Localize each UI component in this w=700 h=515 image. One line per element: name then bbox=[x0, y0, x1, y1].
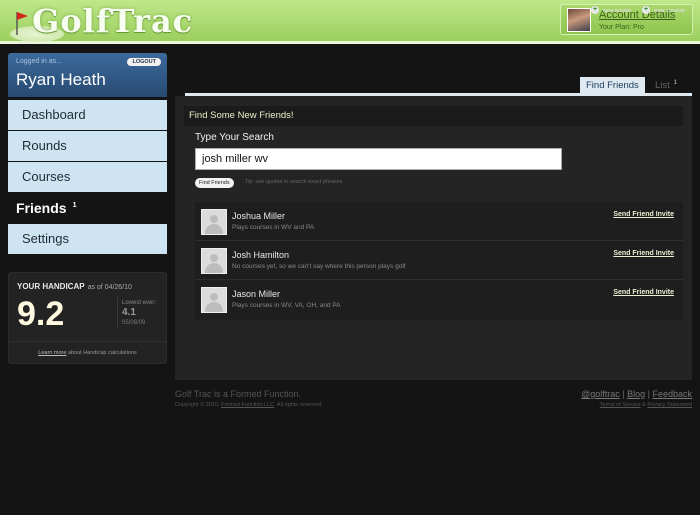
result-name: Joshua Miller bbox=[232, 211, 286, 221]
sidebar-item-settings[interactable]: Settings bbox=[8, 224, 167, 254]
panel-heading: Find Some New Friends! bbox=[184, 106, 683, 126]
send-friend-invite-link[interactable]: Send Friend Invite bbox=[613, 250, 674, 257]
result-name: Jason Miller bbox=[232, 289, 281, 299]
lowest-label: Lowest ever: bbox=[122, 300, 157, 306]
footer-links: @golftrac | Blog | Feedback bbox=[581, 389, 692, 399]
search-label: Type Your Search bbox=[195, 132, 274, 143]
blog-link[interactable]: Blog bbox=[627, 389, 645, 399]
user-avatar-icon bbox=[201, 287, 227, 313]
send-friend-invite-link[interactable]: Send Friend Invite bbox=[613, 289, 674, 296]
user-name: Ryan Heath bbox=[16, 70, 106, 89]
footer-brand: Golf Trac is a Formed Function. bbox=[175, 389, 302, 399]
logout-button[interactable]: LOGOUT bbox=[127, 58, 161, 66]
lowest-date: 05/08/09 bbox=[122, 320, 146, 326]
divider bbox=[117, 297, 118, 329]
handicap-box: YOUR HANDICAP as of 04/26/10 9.2 Lowest e… bbox=[8, 272, 167, 364]
find-friends-panel: Find Some New Friends! Type Your Search … bbox=[175, 96, 692, 380]
privacy-link[interactable]: Privacy Statement bbox=[647, 402, 692, 408]
handicap-value: 9.2 bbox=[17, 295, 65, 333]
sidebar-item-dashboard[interactable]: Dashboard bbox=[8, 100, 167, 130]
handicap-as-of: as of 04/26/10 bbox=[87, 284, 132, 291]
logged-in-label: Logged in as... bbox=[16, 58, 62, 65]
user-avatar-icon bbox=[201, 248, 227, 274]
avatar[interactable] bbox=[567, 8, 591, 32]
tab-list[interactable]: List 1 bbox=[649, 77, 683, 94]
send-friend-invite-link[interactable]: Send Friend Invite bbox=[613, 211, 674, 218]
plus-icon: + bbox=[642, 6, 650, 14]
formed-function-link[interactable]: Formed Function LLC bbox=[221, 402, 274, 408]
sidebar-item-label: Friends bbox=[16, 200, 67, 216]
result-name: Josh Hamilton bbox=[232, 250, 290, 260]
footer-copyright: Copyright © 2010, Formed Function LLC. A… bbox=[175, 402, 323, 408]
new-course-button[interactable]: + NEW COURSE bbox=[642, 6, 685, 14]
search-input[interactable] bbox=[195, 148, 562, 170]
twitter-link[interactable]: @golftrac bbox=[581, 389, 620, 399]
plan-label: Your Plan: Pro bbox=[599, 24, 644, 31]
lowest-value: 4.1 bbox=[122, 307, 136, 318]
plus-icon: + bbox=[591, 6, 599, 14]
list-item: Josh Hamilton No courses yet, so we can'… bbox=[195, 241, 683, 280]
result-courses: No courses yet, so we can't say where th… bbox=[232, 263, 406, 270]
learn-more-link[interactable]: Learn more bbox=[38, 350, 66, 356]
result-courses: Plays courses in WV and PA bbox=[232, 224, 315, 231]
list-item: Jason Miller Plays courses in WV, VA, OH… bbox=[195, 280, 683, 319]
sidebar-item-rounds[interactable]: Rounds bbox=[8, 131, 167, 161]
user-box: Logged in as... LOGOUT Ryan Heath bbox=[8, 53, 167, 97]
feedback-link[interactable]: Feedback bbox=[652, 389, 692, 399]
sidebar-item-friends[interactable]: Friends 1 bbox=[0, 193, 176, 223]
tab-find-friends[interactable]: Find Friends bbox=[580, 77, 645, 94]
footer-legal: Terms of Service & Privacy Statement bbox=[599, 402, 692, 408]
friends-count-badge: 1 bbox=[72, 202, 77, 209]
new-round-button[interactable]: + NEW ROUND bbox=[591, 6, 631, 14]
flag-icon bbox=[16, 12, 28, 35]
user-avatar-icon bbox=[201, 209, 227, 235]
terms-link[interactable]: Terms of Service bbox=[600, 402, 641, 408]
logo-text: GolfTrac bbox=[32, 2, 194, 40]
handicap-footer: Learn more about Handicap calculations bbox=[9, 341, 166, 363]
list-item: Joshua Miller Plays courses in WV and PA… bbox=[195, 202, 683, 241]
list-count-badge: 1 bbox=[673, 80, 678, 86]
handicap-label: YOUR HANDICAP as of 04/26/10 bbox=[17, 282, 132, 291]
search-tip: Tip: use quotes to search exact phrases bbox=[245, 179, 343, 185]
sidebar-nav: Dashboard Rounds Courses Friends 1 Settin… bbox=[0, 100, 176, 255]
find-friends-button[interactable]: Find Friends bbox=[195, 178, 234, 188]
results-list: Joshua Miller Plays courses in WV and PA… bbox=[195, 202, 683, 320]
result-courses: Plays courses in WV, VA, OH, and PA bbox=[232, 302, 341, 309]
sidebar-item-courses[interactable]: Courses bbox=[8, 162, 167, 192]
